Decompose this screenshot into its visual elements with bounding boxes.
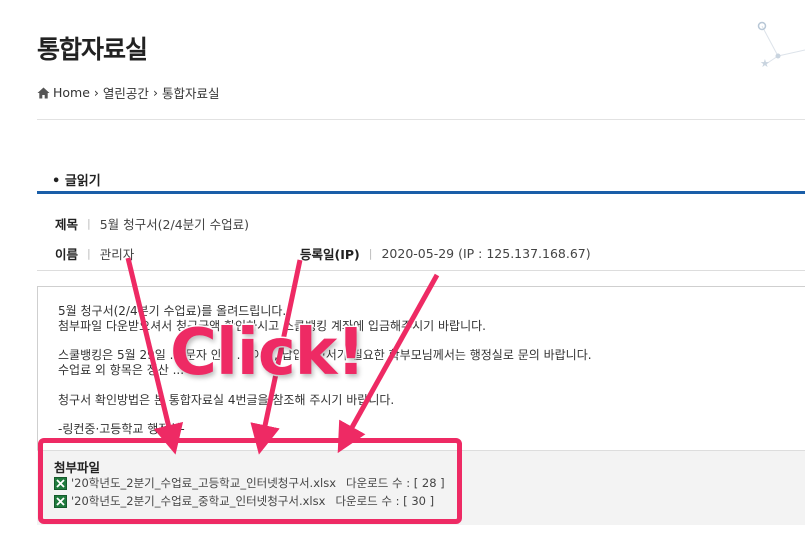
- arrow-icon: [125, 257, 184, 455]
- click-annotation: Click!: [169, 315, 368, 392]
- pointer-arrows: [125, 257, 440, 455]
